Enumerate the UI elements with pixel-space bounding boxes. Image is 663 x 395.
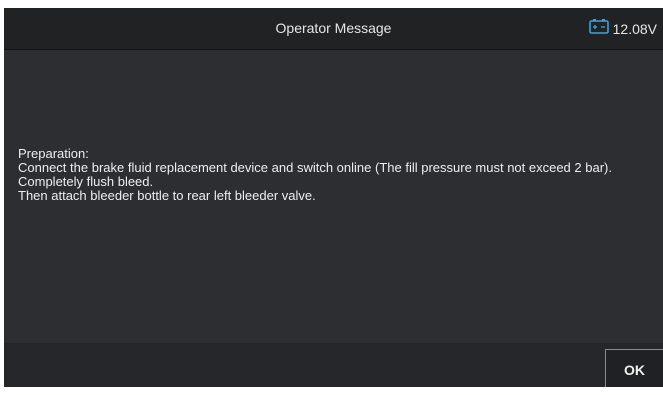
message-line: Completely flush bleed. [18,174,154,189]
operator-message: Preparation: Connect the brake fluid rep… [18,147,643,203]
message-line: Preparation: [18,146,89,161]
message-line: Then attach bleeder bottle to rear left … [18,188,316,203]
header-bar: Operator Message 12.08V [4,8,663,50]
footer-bar: OK [4,343,663,387]
page-title: Operator Message [275,20,392,36]
message-area: Preparation: Connect the brake fluid rep… [4,50,663,343]
battery-voltage: 12.08V [612,20,657,37]
message-line: Connect the brake fluid replacement devi… [18,160,612,175]
operator-message-screen: Operator Message 12.08V Preparation: Con… [4,8,663,387]
battery-status: 12.08V [588,8,657,49]
battery-icon [588,18,609,39]
ok-button[interactable]: OK [605,349,663,387]
